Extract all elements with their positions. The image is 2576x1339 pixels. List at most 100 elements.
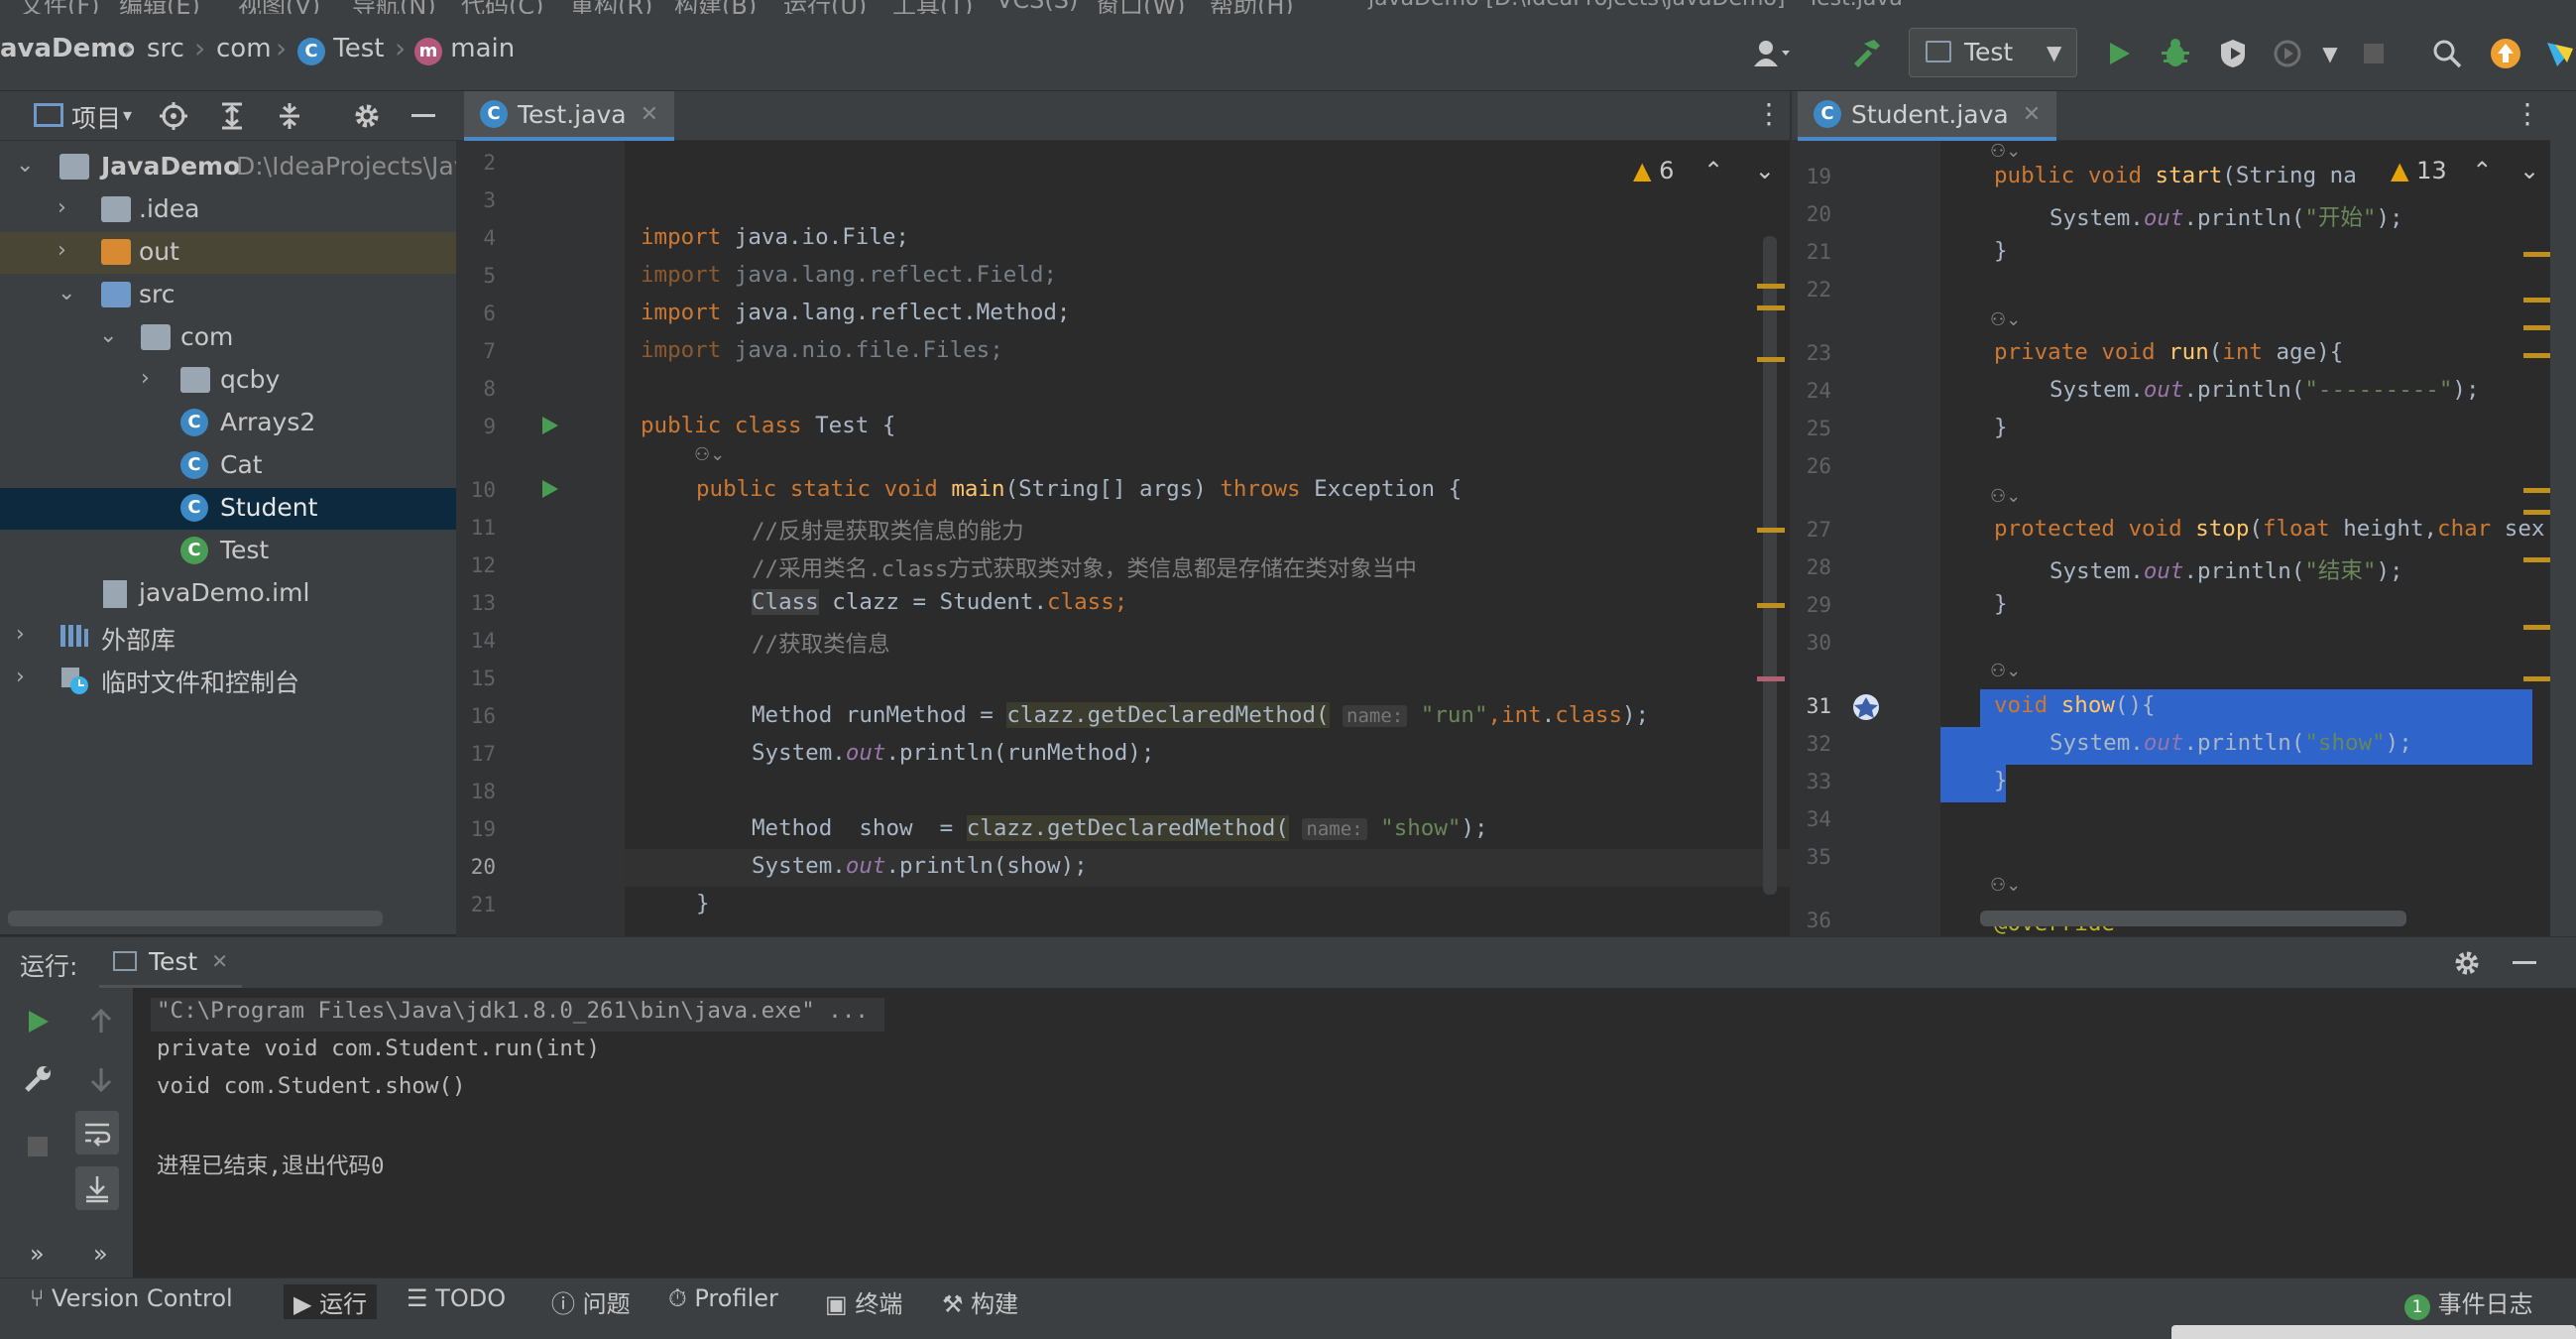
more-actions-icon[interactable]: » [30, 1240, 45, 1268]
chevron-down-icon[interactable]: ⌄ [2519, 157, 2539, 184]
warning-marker[interactable] [1757, 528, 1785, 533]
author-hint-icon[interactable]: ⚇⌄ [1990, 661, 2021, 681]
warning-marker[interactable] [1757, 284, 1785, 289]
minimize-icon[interactable] [2503, 941, 2546, 985]
arrow-down-icon[interactable] [79, 1057, 123, 1101]
run-method-icon[interactable] [539, 478, 561, 500]
tab-test-java[interactable]: C Test.java ✕ [464, 91, 674, 141]
warning-marker[interactable] [2523, 625, 2550, 630]
implemented-method-icon[interactable] [1851, 692, 1881, 722]
tree-item-qcby[interactable]: › qcby [0, 360, 456, 402]
tree-item-javademo[interactable]: ⌄ JavaDemo D:\IdeaProjects\Java [0, 147, 484, 188]
menu-refactor[interactable]: 重构(R) [570, 0, 652, 14]
search-icon[interactable] [2425, 32, 2469, 75]
menu-vcs[interactable]: VCS(S) [996, 0, 1078, 14]
minimize-icon[interactable] [402, 94, 445, 138]
expand-all-icon[interactable] [210, 94, 254, 138]
chevron-down-icon[interactable]: ▼ [2308, 32, 2352, 75]
tool-version-control[interactable]: ⑂ Version Control [30, 1284, 233, 1312]
tree-item-iml[interactable]: javaDemo.iml [0, 573, 456, 615]
tree-item-out[interactable]: › out [0, 232, 456, 274]
tree-item-student[interactable]: C Student [0, 488, 456, 530]
profile-icon[interactable] [2266, 32, 2309, 75]
tool-todo[interactable]: ☰ TODO [407, 1284, 506, 1312]
warning-marker[interactable] [1757, 603, 1785, 608]
stop-icon[interactable] [16, 1125, 59, 1168]
warning-marker[interactable] [2523, 557, 2550, 562]
debug-icon[interactable] [2154, 32, 2197, 75]
menu-file[interactable]: 文件(F) [20, 0, 100, 14]
vertical-scrollbar[interactable] [1763, 236, 1777, 895]
tree-item-external-libs[interactable]: › 外部库 [0, 616, 456, 658]
menu-build[interactable]: 构建(B) [674, 0, 757, 14]
breadcrumb-project[interactable]: avaDemo [0, 34, 135, 63]
gear-icon[interactable] [345, 94, 389, 138]
more-actions-icon[interactable]: » [93, 1240, 108, 1268]
gear-icon[interactable] [2445, 941, 2489, 985]
tool-terminal[interactable]: ▣ 终端 [825, 1284, 902, 1319]
menu-tools[interactable]: 工具(T) [892, 0, 973, 14]
error-marker[interactable] [1757, 676, 1785, 681]
breadcrumb-method[interactable]: m main [414, 34, 515, 65]
wrench-icon[interactable] [16, 1057, 59, 1101]
collapse-all-icon[interactable] [268, 94, 311, 138]
run-class-icon[interactable] [539, 415, 561, 436]
author-hint-icon[interactable]: ⚇⌄ [694, 444, 725, 465]
horizontal-scrollbar[interactable] [1980, 911, 2406, 926]
tool-run[interactable]: ▶ 运行 [284, 1284, 378, 1319]
tool-profiler[interactable]: ⏱ Profiler [668, 1284, 778, 1312]
tree-item-test[interactable]: C Test [0, 531, 456, 572]
warning-marker[interactable] [2523, 298, 2550, 303]
close-icon[interactable]: ✕ [2023, 102, 2041, 127]
author-hint-icon[interactable]: ⚇⌄ [1990, 141, 2021, 162]
tree-item-com[interactable]: ⌄ com [0, 317, 456, 359]
more-options-icon[interactable]: ⋮ [2514, 97, 2541, 130]
menu-help[interactable]: 帮助(H) [1210, 0, 1294, 14]
menu-run[interactable]: 运行(U) [783, 0, 867, 14]
chevron-up-icon[interactable]: ⌃ [1703, 157, 1723, 184]
coverage-icon[interactable] [2211, 32, 2255, 75]
more-options-icon[interactable]: ⋮ [1755, 97, 1783, 130]
tree-item-cat[interactable]: C Cat [0, 445, 456, 487]
inspection-widget[interactable]: ▲ 13 ⌃ ⌄ [2387, 157, 2540, 184]
run-config-selector[interactable]: Test ▼ [1909, 28, 2077, 77]
warning-marker[interactable] [2523, 353, 2550, 358]
tool-event-log[interactable]: 1 事件日志 [2404, 1284, 2533, 1320]
menu-navigate[interactable]: 导航(N) [352, 0, 436, 14]
tool-build[interactable]: ⚒ 构建 [942, 1284, 1018, 1319]
locate-icon[interactable] [152, 94, 195, 138]
project-view-selector[interactable]: 项目 [71, 99, 121, 135]
warning-marker[interactable] [2523, 510, 2550, 515]
soft-wrap-icon[interactable] [75, 1111, 119, 1155]
rerun-icon[interactable] [16, 1000, 59, 1043]
warning-marker[interactable] [2523, 252, 2550, 257]
tree-item-idea[interactable]: › .idea [0, 189, 456, 231]
tool-problems[interactable]: ⓘ 问题 [551, 1284, 631, 1319]
hammer-icon[interactable] [1844, 32, 1888, 75]
tree-item-src[interactable]: ⌄ src [0, 275, 456, 316]
warning-marker[interactable] [2523, 488, 2550, 493]
run-tab-test[interactable]: Test ✕ [99, 937, 242, 989]
close-icon[interactable]: ✕ [641, 102, 658, 127]
tree-item-arrays2[interactable]: C Arrays2 [0, 403, 456, 444]
tree-item-scratches[interactable]: › 临时文件和控制台 [0, 659, 456, 700]
warning-marker[interactable] [2523, 676, 2550, 681]
warning-marker[interactable] [1757, 357, 1785, 362]
breadcrumb-com[interactable]: com [216, 34, 272, 63]
menu-window[interactable]: 窗口(W) [1096, 0, 1185, 14]
scroll-to-end-icon[interactable] [75, 1166, 119, 1210]
account-icon[interactable] [1750, 32, 1794, 75]
code-line-20[interactable]: System.out.println(show); [752, 853, 1088, 879]
update-icon[interactable] [2484, 32, 2527, 75]
ime-toolbar[interactable] [2171, 1325, 2576, 1339]
chevron-down-icon[interactable]: ⌄ [1755, 157, 1775, 184]
plugin-icon[interactable] [2538, 32, 2576, 75]
menu-edit[interactable]: 编辑(E) [119, 0, 200, 14]
arrow-up-icon[interactable] [79, 1000, 123, 1043]
run-console[interactable]: "C:\Program Files\Java\jdk1.8.0_261\bin\… [133, 988, 2576, 1278]
warning-marker[interactable] [1757, 305, 1785, 310]
inspection-widget[interactable]: ▲ 6 ⌃ ⌄ [1633, 157, 1775, 184]
author-hint-icon[interactable]: ⚇⌄ [1990, 486, 2021, 507]
stop-icon[interactable] [2352, 32, 2396, 75]
horizontal-scrollbar[interactable] [8, 911, 383, 926]
